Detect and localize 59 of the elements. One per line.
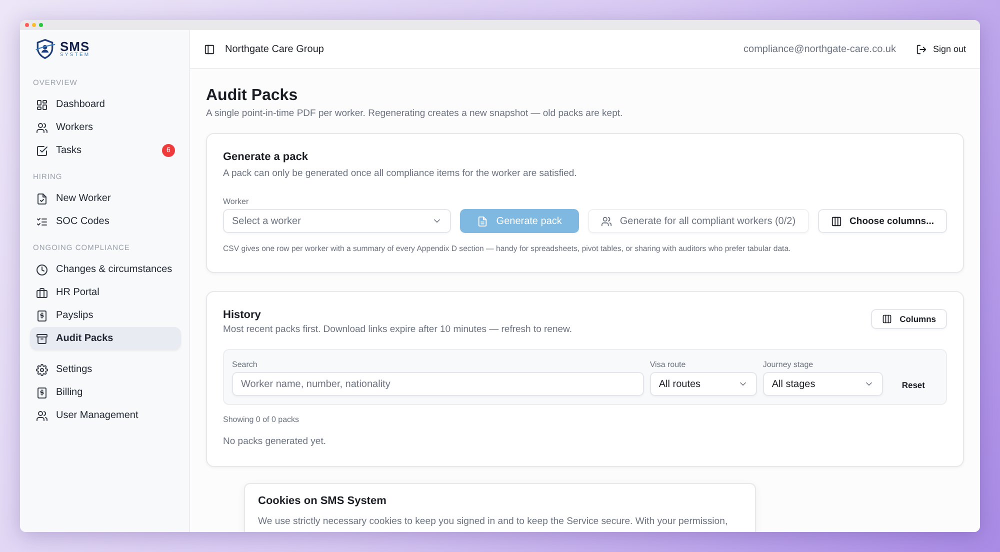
banner-title: Cookies on SMS System — [258, 495, 388, 507]
filter-select[interactable]: All stages — [762, 372, 883, 396]
sidebar-item[interactable]: Audit Packs — [30, 327, 181, 350]
settings-icon — [36, 364, 48, 376]
window-control[interactable] — [39, 23, 43, 27]
page-subtitle: A single point-in-time PDF per worker. Regenerating creates a new snapshot — old packs are kept. — [206, 108, 624, 119]
dollar-document-icon — [36, 310, 48, 322]
users-icon — [36, 410, 48, 422]
document-check-icon — [36, 192, 48, 204]
columns-icon — [882, 314, 892, 324]
sign-out-icon — [916, 44, 927, 54]
banner-text: We use strictly necessary cookies to keep you signed in and to keep the Service secure. With your permission, — [258, 516, 729, 527]
window-control[interactable] — [25, 23, 29, 27]
grid-icon — [36, 98, 48, 110]
user-email: compliance@northgate-care.co.uk — [744, 44, 896, 54]
sidebar-item[interactable]: Billing — [30, 381, 181, 404]
card-description: Most recent packs first. Download links expire after 10 minutes — refresh to renew. — [223, 324, 572, 335]
worker-select[interactable]: Select a worker — [223, 209, 452, 233]
sidebar-toggle-icon — [204, 44, 215, 54]
sidebar-item[interactable]: Payslips — [30, 304, 181, 327]
result-count: Showing 0 of 0 packs — [223, 415, 300, 424]
sidebar-item[interactable]: Changes & circumstances — [30, 258, 181, 281]
users-icon — [36, 122, 48, 134]
reset-button[interactable]: Reset — [888, 380, 938, 396]
dollar-document-icon — [36, 386, 48, 398]
sidebar-item[interactable]: SOC Codes — [30, 210, 181, 233]
document-icon — [477, 216, 488, 226]
empty-message: No packs generated yet. — [223, 436, 327, 447]
briefcase-icon — [36, 286, 48, 298]
card-title: Generate a pack — [223, 151, 309, 163]
field-label: Journey stage — [762, 360, 814, 369]
sidebar-toggle[interactable] — [204, 44, 215, 54]
page-title: Audit Packs — [206, 87, 299, 105]
card-title: History — [223, 309, 262, 321]
sidebar-item[interactable]: User Management — [30, 404, 181, 427]
field-label: Search — [232, 360, 258, 369]
window-control[interactable] — [32, 23, 36, 27]
columns-button[interactable]: Columns — [870, 309, 947, 329]
filter-select[interactable]: All routes — [650, 372, 757, 396]
logo-title: SMS — [60, 40, 90, 53]
sidebar-item[interactable]: HR Portal — [30, 281, 181, 304]
search-field[interactable]: Worker name, number, nationality — [232, 372, 644, 396]
sidebar-item[interactable]: New Worker — [30, 187, 181, 210]
organisation-name: Northgate Care Group — [225, 44, 325, 54]
sidebar-item[interactable]: Dashboard — [30, 93, 181, 116]
shield-logo-icon — [34, 38, 56, 60]
field-label: Worker — [223, 197, 250, 206]
sidebar-item[interactable]: Settings — [30, 358, 181, 381]
clock-icon — [36, 264, 48, 276]
card-description: A pack can only be generated once all compliance items for the worker are satisfied. — [223, 168, 578, 179]
sidebar-item[interactable]: Workers — [30, 116, 181, 139]
field-label: Visa route — [650, 360, 687, 369]
checklist-icon — [36, 216, 48, 228]
columns-icon — [830, 216, 842, 226]
users-icon — [600, 216, 612, 226]
checkbox-icon — [36, 144, 48, 156]
choose-columns-button[interactable]: Choose columns... — [818, 209, 947, 233]
archive-icon — [36, 332, 48, 344]
sign-out-button[interactable]: Sign out — [916, 44, 966, 54]
